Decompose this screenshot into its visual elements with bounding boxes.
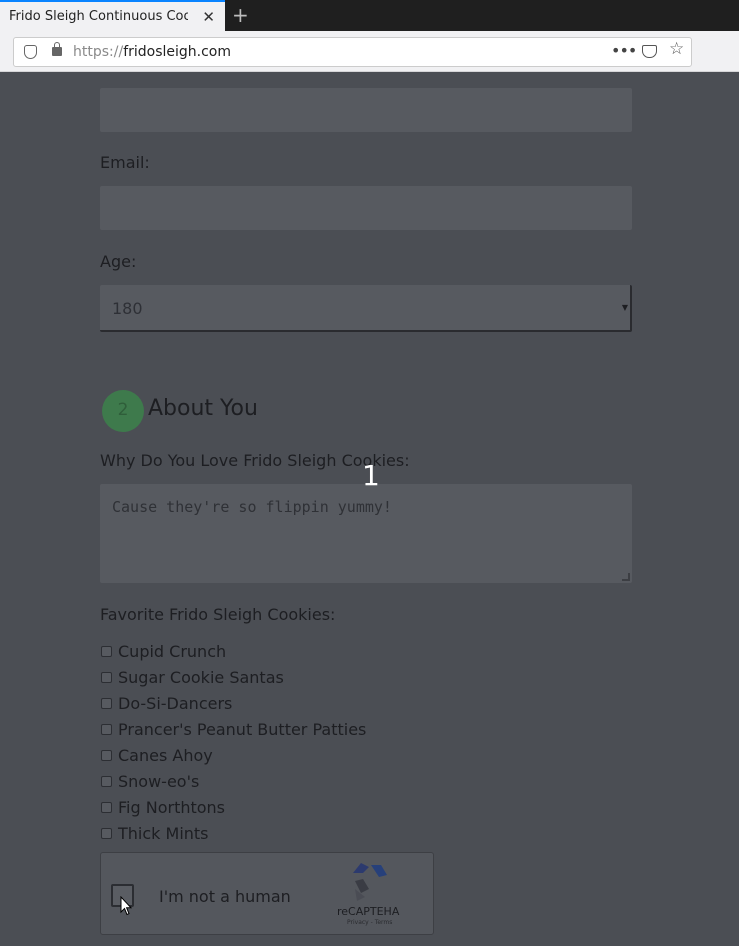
cookie-label: Canes Ahoy [118,745,213,765]
section-title: About You [148,396,258,421]
url-text[interactable]: https://fridosleigh.com [73,44,231,60]
checkbox[interactable] [101,827,112,839]
overlay-number: 1 [362,459,380,492]
captcha-terms[interactable]: Privacy - Terms [347,919,392,926]
chevron-down-icon: ▼ [621,303,628,312]
cookie-label: Sugar Cookie Santas [118,667,284,687]
age-value: 180 [112,299,143,318]
resize-grip-icon[interactable] [622,573,630,581]
shield-icon[interactable] [24,45,37,59]
mouse-cursor-icon [120,896,132,916]
why-placeholder: Cause they're so flippin yummy! [112,498,392,516]
name-field[interactable] [100,88,632,132]
cookie-option[interactable]: Prancer's Peanut Butter Patties [100,716,500,742]
captcha-brand: reCAPTEHA [337,905,400,918]
cookie-option[interactable]: Thick Mints [100,820,500,846]
cookie-label: Fig Northtons [118,797,226,817]
captcha-widget: I'm not a human reCAPTEHA Privacy - Term… [100,852,434,935]
age-label: Age: [100,252,137,271]
email-field[interactable] [100,186,632,230]
cookie-option[interactable]: Do-Si-Dancers [100,690,500,716]
checkbox[interactable] [101,671,112,683]
checkbox[interactable] [101,645,112,657]
cookie-option[interactable]: Canes Ahoy [100,742,500,768]
lock-icon[interactable] [52,42,62,56]
plus-icon[interactable]: + [232,3,249,27]
checkbox[interactable] [101,749,112,761]
cookie-option[interactable]: Cupid Crunch [100,638,500,664]
why-textarea[interactable]: Cause they're so flippin yummy! [100,484,632,583]
active-tab[interactable]: Frido Sleigh Continuous Coo ✕ [0,0,225,31]
checkbox[interactable] [101,801,112,813]
cookie-checkbox-list: Cupid Crunch Sugar Cookie Santas Do-Si-D… [100,638,500,846]
cookie-label: Thick Mints [118,823,209,843]
cookie-option[interactable]: Sugar Cookie Santas [100,664,500,690]
url-scheme: https:// [73,44,124,60]
favorites-label: Favorite Frido Sleigh Cookies: [100,605,336,624]
recaptcha-logo-icon [353,863,387,901]
tab-title: Frido Sleigh Continuous Coo [9,9,188,24]
page-content: Email: Age: 180 ▼ 2 About You Why Do You… [0,72,739,946]
cookie-label: Cupid Crunch [118,641,227,661]
step-number: 2 [117,400,129,420]
cookie-option[interactable]: Snow-eo's [100,768,500,794]
cookie-label: Snow-eo's [118,771,200,791]
checkbox[interactable] [101,697,112,709]
captcha-label: I'm not a human [159,887,291,906]
cookie-label: Do-Si-Dancers [118,693,233,713]
age-select[interactable]: 180 ▼ [100,285,632,332]
url-bar[interactable]: https://fridosleigh.com ••• ☆ [13,37,692,67]
more-icon[interactable]: ••• [611,41,637,60]
cookie-label: Prancer's Peanut Butter Patties [118,719,367,739]
email-label: Email: [100,153,150,172]
cookie-option[interactable]: Fig Northtons [100,794,500,820]
pocket-icon[interactable] [642,45,657,58]
checkbox[interactable] [101,775,112,787]
checkbox[interactable] [101,723,112,735]
url-host: fridosleigh.com [123,44,232,60]
tab-bar: Frido Sleigh Continuous Coo ✕ + [0,0,739,31]
step-badge: 2 [102,390,144,432]
star-icon[interactable]: ☆ [669,39,684,59]
close-icon[interactable]: ✕ [202,8,215,26]
nav-bar: https://fridosleigh.com ••• ☆ [0,31,739,72]
